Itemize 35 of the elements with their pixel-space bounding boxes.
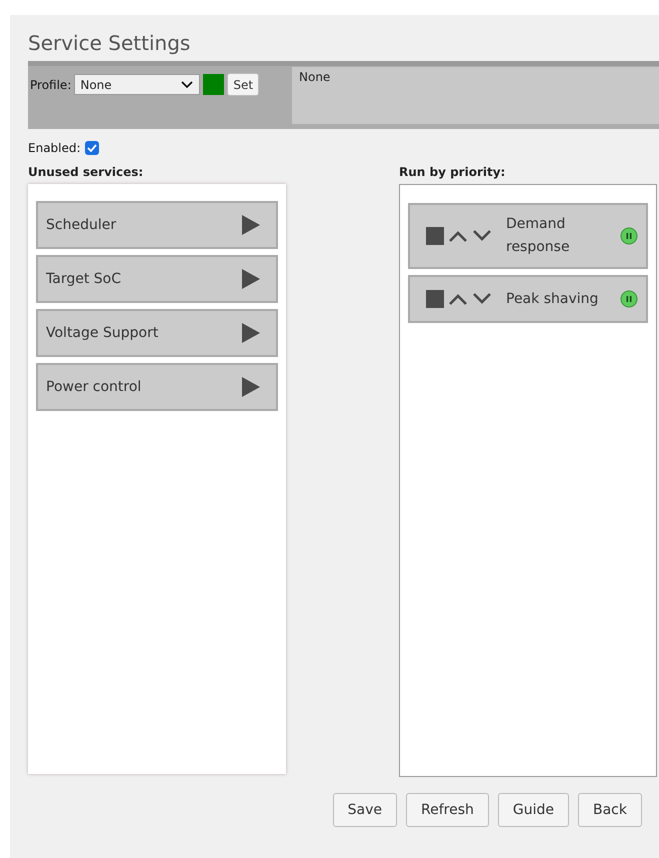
- service-item[interactable]: Voltage Support: [36, 309, 278, 357]
- profile-description: None: [292, 67, 659, 124]
- pause-icon[interactable]: [620, 290, 638, 308]
- service-name: Power control: [46, 379, 142, 395]
- chevron-down-icon[interactable]: [181, 80, 194, 88]
- enabled-checkbox[interactable]: [84, 141, 99, 155]
- chevron-up-icon[interactable]: [448, 293, 468, 305]
- service-item[interactable]: Demand response: [408, 203, 648, 269]
- unused-services-label: Unused services:: [28, 165, 144, 181]
- checkmark-icon[interactable]: [86, 144, 97, 152]
- service-name: Demand response: [506, 215, 571, 257]
- enabled-label: Enabled:: [28, 141, 81, 155]
- action-button[interactable]: Guide: [498, 793, 569, 827]
- pause-icon[interactable]: [620, 227, 638, 245]
- action-button[interactable]: Save: [332, 793, 397, 827]
- service-name: Voltage Support: [46, 325, 158, 341]
- service-item[interactable]: Power control: [36, 363, 278, 411]
- service-name: Peak shaving: [506, 290, 600, 308]
- profile-label: Profile:: [30, 78, 72, 92]
- play-icon[interactable]: [242, 377, 260, 397]
- play-icon[interactable]: [242, 323, 260, 343]
- run-by-priority-label: Run by priority:: [399, 165, 506, 181]
- service-name: Target SoC: [46, 271, 121, 287]
- service-item[interactable]: Peak shaving: [408, 275, 648, 323]
- action-button[interactable]: Refresh: [406, 793, 489, 827]
- play-icon[interactable]: [242, 269, 260, 289]
- play-icon[interactable]: [242, 215, 260, 235]
- profile-dropdown[interactable]: None: [74, 74, 200, 95]
- set-button[interactable]: Set: [227, 73, 260, 96]
- service-item[interactable]: Scheduler: [36, 201, 278, 249]
- service-name: Scheduler: [46, 217, 116, 233]
- chevron-up-icon[interactable]: [448, 230, 468, 242]
- page-title: Service Settings: [28, 30, 192, 57]
- action-button[interactable]: Back: [578, 793, 642, 827]
- service-item[interactable]: Target SoC: [36, 255, 278, 303]
